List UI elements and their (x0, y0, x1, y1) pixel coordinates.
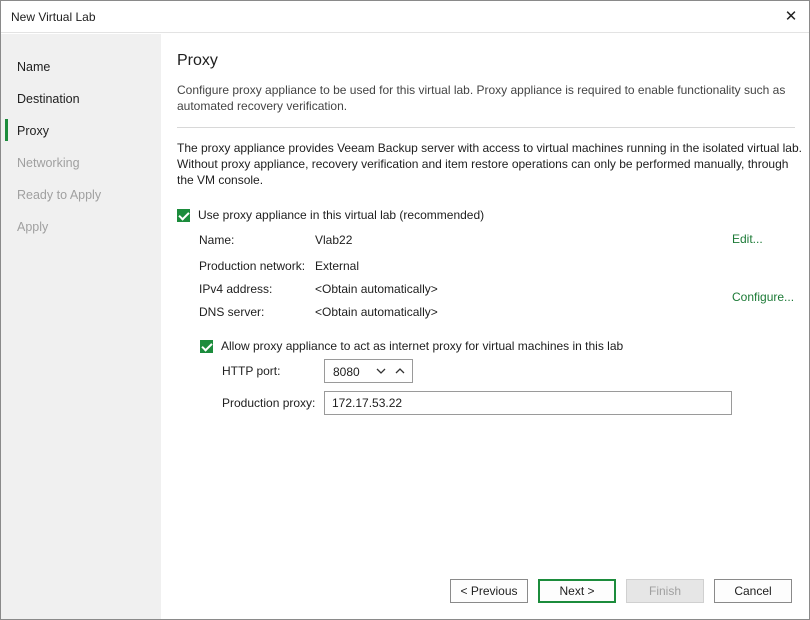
finish-button: Finish (626, 579, 704, 603)
dns-server-value: <Obtain automatically> (315, 305, 438, 319)
name-label: Name: (199, 233, 235, 247)
edit-link[interactable]: Edit... (732, 232, 763, 246)
page-title: Proxy (177, 52, 218, 69)
wizard-steps-sidebar: Name Destination Proxy Networking Ready … (1, 34, 161, 619)
previous-button[interactable]: < Previous (450, 579, 528, 603)
dns-server-label: DNS server: (199, 305, 265, 319)
step-destination[interactable]: Destination (17, 92, 80, 106)
header-divider (177, 127, 795, 128)
production-proxy-input[interactable] (324, 391, 732, 415)
new-virtual-lab-dialog: New Virtual Lab ✕ Name Destination Proxy… (0, 0, 810, 620)
allow-internet-proxy-checkbox[interactable] (200, 339, 213, 353)
step-networking: Networking (17, 156, 80, 170)
cancel-button[interactable]: Cancel (714, 579, 792, 603)
window-title: New Virtual Lab (11, 10, 96, 24)
step-apply: Apply (17, 220, 49, 234)
chevron-up-icon[interactable] (393, 363, 407, 379)
active-step-indicator (5, 119, 8, 141)
step-ready-to-apply: Ready to Apply (17, 188, 102, 202)
proxy-info-text: The proxy appliance provides Veeam Backu… (177, 141, 802, 187)
next-button[interactable]: Next > (538, 579, 616, 603)
use-proxy-checkbox[interactable] (177, 208, 190, 222)
step-proxy[interactable]: Proxy (17, 124, 49, 138)
step-name[interactable]: Name (17, 60, 50, 74)
ipv4-address-value: <Obtain automatically> (315, 282, 438, 296)
chevron-down-icon[interactable] (374, 363, 388, 379)
production-network-label: Production network: (199, 259, 306, 273)
main-content: Proxy Configure proxy appliance to be us… (162, 34, 809, 619)
close-icon[interactable]: ✕ (781, 7, 801, 27)
title-bar: New Virtual Lab ✕ (1, 1, 809, 33)
use-proxy-label: Use proxy appliance in this virtual lab … (198, 208, 485, 222)
ipv4-address-label: IPv4 address: (199, 282, 273, 296)
page-description: Configure proxy appliance to be used for… (177, 83, 786, 113)
production-network-value: External (315, 259, 360, 273)
configure-link[interactable]: Configure... (732, 290, 794, 304)
allow-internet-proxy-label: Allow proxy appliance to act as internet… (221, 339, 624, 353)
allow-internet-proxy-checkbox-row[interactable]: Allow proxy appliance to act as internet… (200, 339, 623, 353)
name-value: Vlab22 (315, 233, 353, 247)
http-port-value[interactable]: 8080 (333, 365, 360, 379)
http-port-spinner[interactable]: 8080 (324, 359, 413, 383)
use-proxy-checkbox-row[interactable]: Use proxy appliance in this virtual lab … (177, 208, 484, 222)
production-proxy-label: Production proxy: (222, 396, 316, 410)
http-port-label: HTTP port: (222, 364, 281, 378)
